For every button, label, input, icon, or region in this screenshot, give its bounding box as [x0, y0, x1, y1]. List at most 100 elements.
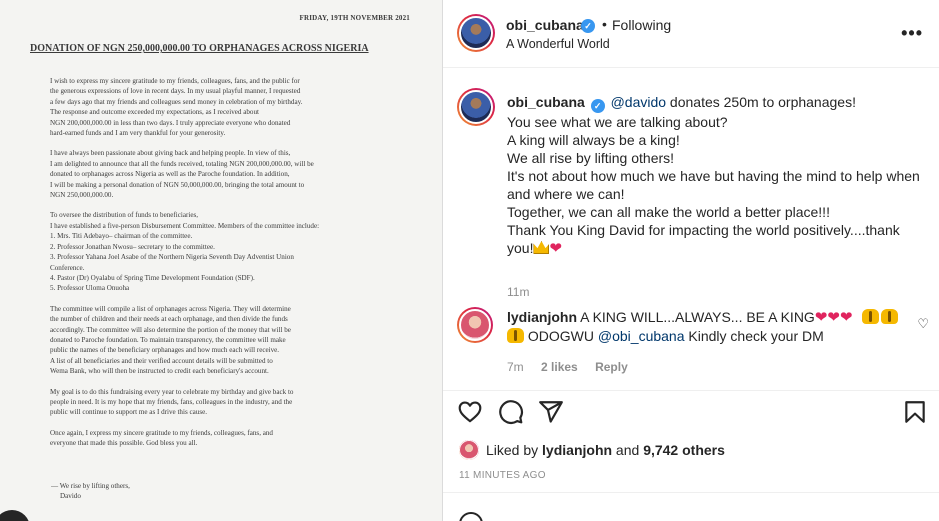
raised-hands-emoji-icon [862, 309, 880, 324]
caption-line: Thank You King David for impacting the w… [507, 222, 900, 238]
letter-line: 3. Professor Yahana Joel Asabe of the No… [50, 253, 294, 262]
letter-line: I am delighted to announce that all the … [50, 159, 314, 168]
share-icon[interactable] [538, 399, 564, 425]
commenter-username[interactable]: lydianjohn [507, 309, 577, 325]
letter-line: 2. Professor Jonathan Nwosu– secretary t… [50, 242, 215, 251]
letter-line: accordingly. The committee will also det… [50, 325, 291, 334]
letter-line: 4. Pastor (Dr) Oyalabu of Spring Time De… [50, 273, 255, 282]
liker-avatar[interactable] [459, 440, 479, 460]
likes-count[interactable]: 9,742 others [643, 442, 725, 458]
donation-letter: FRIDAY, 19TH NOVEMBER 2021 DONATION OF N… [0, 0, 442, 521]
letter-date: FRIDAY, 19TH NOVEMBER 2021 [299, 14, 410, 22]
letter-line: a few days ago that my friends and colle… [50, 97, 303, 106]
letter-line: NGN 200,000,000.00 in less than two days… [50, 118, 291, 127]
verified-icon: ✓ [590, 99, 605, 113]
comment-icon[interactable] [498, 399, 524, 425]
caption-line: Together, we can all make the world a be… [507, 204, 830, 220]
letter-paragraph: To oversee the distribution of funds to … [50, 210, 385, 293]
letter-line: NGN 250,000,000.00. [50, 191, 114, 200]
letter-paragraph: I wish to express my sincere gratitude t… [50, 76, 385, 138]
letter-title: DONATION OF NGN 250,000,000.00 TO ORPHAN… [30, 43, 369, 54]
comment-like-icon[interactable]: ♡ [917, 316, 929, 332]
caption-first-line: donates 250m to orphanages! [666, 94, 856, 110]
letter-line: The response and outcome exceeded my exp… [50, 108, 259, 117]
caption-timestamp[interactable]: 11m [507, 285, 529, 299]
letter-line: I wish to express my sincere gratitude t… [50, 77, 300, 85]
letter-line: I have established a five-person Disburs… [50, 221, 320, 230]
letter-line: Once again, I express my sincere gratitu… [50, 428, 273, 437]
comment-mention[interactable]: @obi_cubana [598, 328, 685, 344]
post-panel: obi_cubana ✓ • Following A Wonderful Wor… [443, 0, 939, 521]
author-username[interactable]: obi_cubana [506, 17, 584, 33]
letter-line: I will be making a personal donation of … [50, 180, 305, 189]
signature: Davido [60, 492, 81, 501]
letter-line: donated to orphanages across Nigeria as … [50, 170, 290, 179]
commenter-avatar[interactable] [457, 307, 493, 343]
raised-hands-emoji-icon [881, 309, 899, 324]
letter-line: Wema Bank, who will then be instructed t… [50, 367, 269, 376]
comments-section[interactable]: obi_cubana ✓ @davido donates 250m to orp… [443, 68, 939, 390]
caption-mention[interactable]: @davido [611, 94, 666, 110]
caption-line: We all rise by lifting others! [507, 150, 675, 166]
more-icon[interactable]: ••• [901, 24, 923, 42]
caption-line: A king will always be a king! [507, 132, 680, 148]
caption-text: obi_cubana ✓ @davido donates 250m to orp… [507, 93, 935, 258]
letter-paragraph: My goal is to do this fundraising every … [50, 387, 385, 418]
verified-icon: ✓ [581, 19, 595, 33]
comment-text-part: Kindly check your DM [684, 328, 824, 344]
letter-line: everyone that made this possible. God bl… [50, 439, 198, 448]
comment-text-part: A KING WILL...ALWAYS... BE A KING [577, 309, 815, 325]
separator-dot: • [602, 16, 607, 32]
letter-signoff: — We rise by lifting others, Davido [51, 481, 130, 502]
comment-likes[interactable]: 2 likes [541, 360, 578, 374]
post-header: obi_cubana ✓ • Following A Wonderful Wor… [443, 0, 939, 68]
likes-text[interactable]: Liked by lydianjohn and 9,742 others [486, 442, 725, 458]
signoff-line: — We rise by lifting others, [51, 482, 130, 490]
caption-line: You see what we are talking about? [507, 114, 728, 130]
letter-paragraph: Once again, I express my sincere gratitu… [50, 428, 385, 449]
location-link[interactable]: A Wonderful World [506, 37, 610, 51]
red-heart-emoji-icon: ❤ [839, 309, 853, 326]
letter-line: A list of all beneficiaries and their ve… [50, 356, 273, 365]
letter-line: The committee will compile a list of orp… [50, 304, 291, 313]
caption-username[interactable]: obi_cubana [507, 94, 585, 110]
red-heart-emoji-icon: ❤ [814, 309, 828, 326]
letter-line: Conference. [50, 263, 85, 272]
post-timestamp[interactable]: 11 MINUTES AGO [459, 470, 546, 481]
letter-paragraph: I have always been passionate about givi… [50, 148, 385, 200]
crown-emoji-icon [533, 241, 550, 254]
action-bar [443, 390, 939, 430]
letter-line: I have always been passionate about givi… [50, 149, 291, 158]
liker-username[interactable]: lydianjohn [542, 442, 612, 458]
letter-line: the number of children and their needs a… [50, 315, 288, 324]
add-comment-bar [443, 492, 939, 521]
letter-line: the generous expressions of love in rece… [50, 87, 301, 96]
caption-line: and where we can! [507, 186, 625, 202]
comment-text-part: ODOGWU [524, 328, 598, 344]
red-heart-emoji-icon: ❤ [827, 309, 840, 326]
letter-line: 5. Professor Uloma Onuoha [50, 284, 130, 293]
comment-timestamp[interactable]: 7m [507, 360, 524, 374]
caption-line: It's not about how much we have but havi… [507, 168, 920, 184]
letter-line: people in need. It is my hope that my fr… [50, 397, 293, 406]
letter-body: I wish to express my sincere gratitude t… [50, 76, 385, 459]
emoji-icon[interactable] [459, 512, 483, 521]
heart-icon[interactable] [457, 399, 483, 425]
letter-line: hard-earned funds and I am very thankful… [50, 129, 226, 138]
reply-button[interactable]: Reply [595, 360, 628, 374]
following-button[interactable]: Following [612, 17, 671, 33]
letter-line: 1. Mrs. Titi Adebayo– chairman of the co… [50, 232, 193, 241]
letter-line: public will continue to support me as I … [50, 408, 208, 417]
letter-paragraph: The committee will compile a list of orp… [50, 304, 385, 377]
raised-hands-emoji-icon [507, 328, 524, 343]
caption-line: you! [507, 240, 534, 256]
letter-line: My goal is to do this fundraising every … [50, 387, 294, 396]
letter-line: public the names of the beneficiary orph… [50, 346, 280, 355]
post-image[interactable]: FRIDAY, 19TH NOVEMBER 2021 DONATION OF N… [0, 0, 443, 521]
bookmark-icon[interactable] [902, 399, 928, 425]
comment-text: lydianjohn A KING WILL...ALWAYS... BE A … [507, 308, 907, 346]
caption-avatar[interactable] [457, 88, 495, 126]
red-heart-emoji-icon: ❤ [549, 240, 563, 257]
author-avatar[interactable] [457, 14, 495, 52]
letter-line: To oversee the distribution of funds to … [50, 211, 199, 220]
